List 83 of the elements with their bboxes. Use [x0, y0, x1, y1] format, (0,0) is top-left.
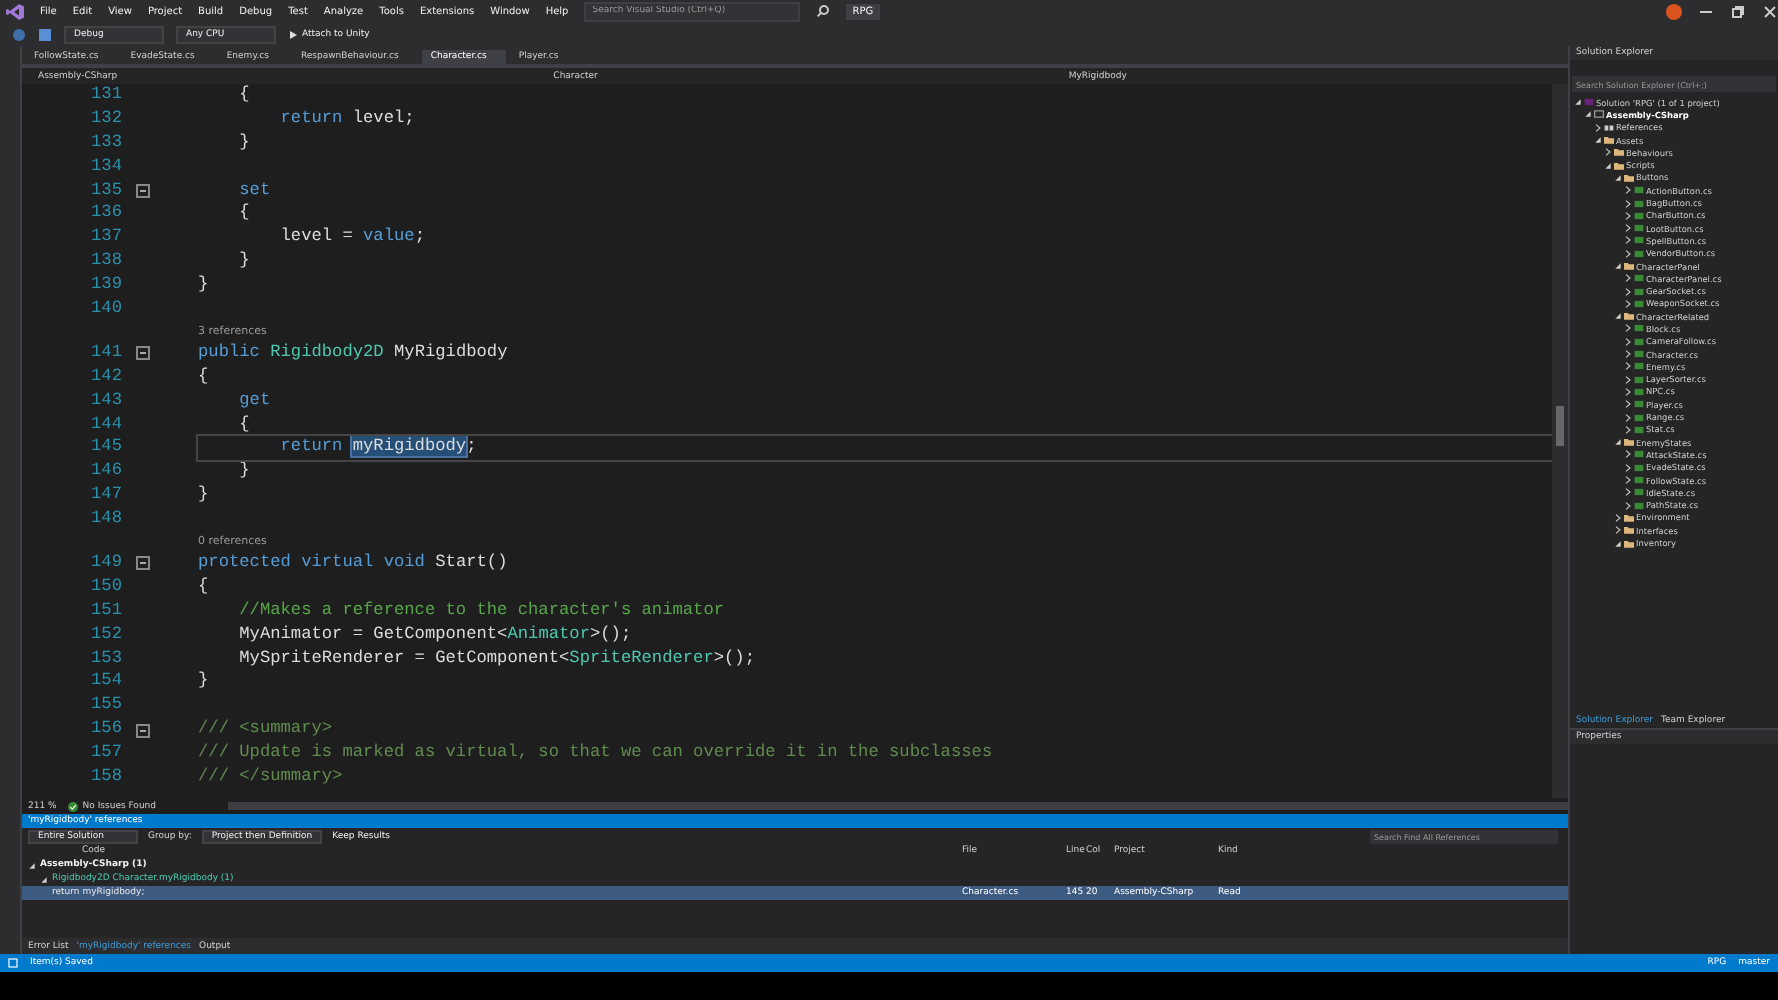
collapse-arrow-icon[interactable] — [1574, 98, 1582, 107]
collapse-arrow-icon[interactable] — [1604, 161, 1612, 170]
code-line: } — [198, 484, 209, 509]
project-icon — [1594, 110, 1604, 119]
line-number: 142 — [89, 365, 124, 390]
line-number: 140 — [89, 298, 124, 322]
line-number: 141 — [89, 341, 124, 366]
restore-icon[interactable] — [1730, 3, 1746, 19]
line-number: 134 — [89, 155, 124, 180]
line-number: 131 — [89, 84, 124, 108]
code-line: { — [237, 202, 250, 227]
collapse-arrow-icon[interactable] — [1614, 539, 1622, 548]
horizontal-scrollbar[interactable] — [228, 802, 1568, 810]
code-line: } — [198, 670, 209, 695]
collapse-icon[interactable] — [136, 556, 150, 571]
code-line: //Makes a reference to the character's animator — [237, 599, 725, 624]
line-number: 136 — [89, 202, 124, 227]
code-line: get — [237, 389, 271, 414]
folder-icon — [1624, 262, 1634, 270]
play-icon — [288, 29, 298, 39]
code-line: MyAnimator = GetComponent<Animator>(); — [237, 623, 632, 648]
collapse-arrow-icon[interactable] — [1614, 312, 1622, 321]
code-line: { — [198, 365, 209, 390]
code-line: } — [237, 460, 250, 485]
line-number: 158 — [89, 766, 124, 790]
code-line: level = value; — [278, 226, 425, 251]
user-avatar[interactable] — [1666, 3, 1682, 19]
folder-icon — [1624, 312, 1634, 321]
line-number: 139 — [89, 274, 124, 299]
solution-icon — [1584, 98, 1594, 107]
code-line: /// <summary> — [198, 718, 333, 743]
check-icon — [68, 801, 79, 811]
code-line: set — [237, 179, 271, 203]
line-number: 143 — [89, 389, 124, 414]
line-number: 149 — [89, 552, 124, 576]
code-line: { — [198, 575, 209, 600]
line-number: 156 — [89, 718, 124, 743]
collapse-arrow-icon[interactable] — [1614, 438, 1622, 447]
status-icon — [8, 958, 18, 968]
code-line: } — [198, 274, 209, 299]
line-number: 150 — [89, 575, 124, 600]
line-number: 137 — [89, 226, 124, 251]
code-line: return myRigidbody; — [278, 436, 477, 461]
line-number: 154 — [89, 670, 124, 695]
code-line: } — [237, 250, 250, 275]
code-line: { — [237, 413, 250, 437]
line-number: 157 — [89, 742, 124, 767]
collapse-arrow-icon[interactable] — [1584, 110, 1592, 119]
line-number: 138 — [89, 250, 124, 275]
folder-icon — [1624, 438, 1634, 447]
line-number: 155 — [89, 694, 124, 719]
collapse-icon[interactable] — [136, 183, 150, 198]
line-number: 133 — [89, 131, 124, 156]
line-number: 153 — [89, 647, 124, 671]
app-logo-icon — [6, 3, 24, 19]
code-line: } — [237, 131, 250, 156]
scrollbar-thumb[interactable] — [1556, 405, 1564, 446]
line-number: 144 — [89, 413, 124, 437]
line-number: 145 — [89, 436, 124, 461]
code-line: return level; — [278, 107, 415, 132]
collapse-arrow-icon[interactable] — [1614, 262, 1622, 270]
code-line: MySpriteRenderer = GetComponent<SpriteRenderer>(); — [237, 647, 755, 671]
code-line: /// Update is marked as virtual, so that we can override it in the subclasses — [198, 742, 993, 767]
search-icon[interactable] — [816, 4, 831, 18]
references-icon — [1604, 123, 1614, 132]
code-line: { — [237, 84, 250, 108]
code-line: /// </summary> — [198, 766, 343, 790]
line-number: 147 — [89, 484, 124, 509]
line-number: 148 — [89, 508, 124, 533]
code-line: public Rigidbody2D MyRigidbody — [198, 341, 508, 366]
collapse-arrow-icon[interactable] — [28, 861, 36, 869]
line-number: 151 — [89, 599, 124, 624]
line-number: 152 — [89, 623, 124, 648]
collapse-arrow-icon[interactable] — [1614, 173, 1622, 182]
line-number: 135 — [89, 179, 124, 203]
line-number: 132 — [89, 107, 124, 132]
collapse-icon[interactable] — [136, 723, 150, 738]
collapse-arrow-icon[interactable] — [1594, 136, 1602, 145]
collapse-arrow-icon[interactable] — [40, 875, 48, 883]
collapse-icon[interactable] — [136, 346, 150, 361]
close-icon[interactable] — [1762, 3, 1778, 19]
line-number: 146 — [89, 460, 124, 485]
code-line: protected virtual void Start() — [198, 552, 508, 576]
